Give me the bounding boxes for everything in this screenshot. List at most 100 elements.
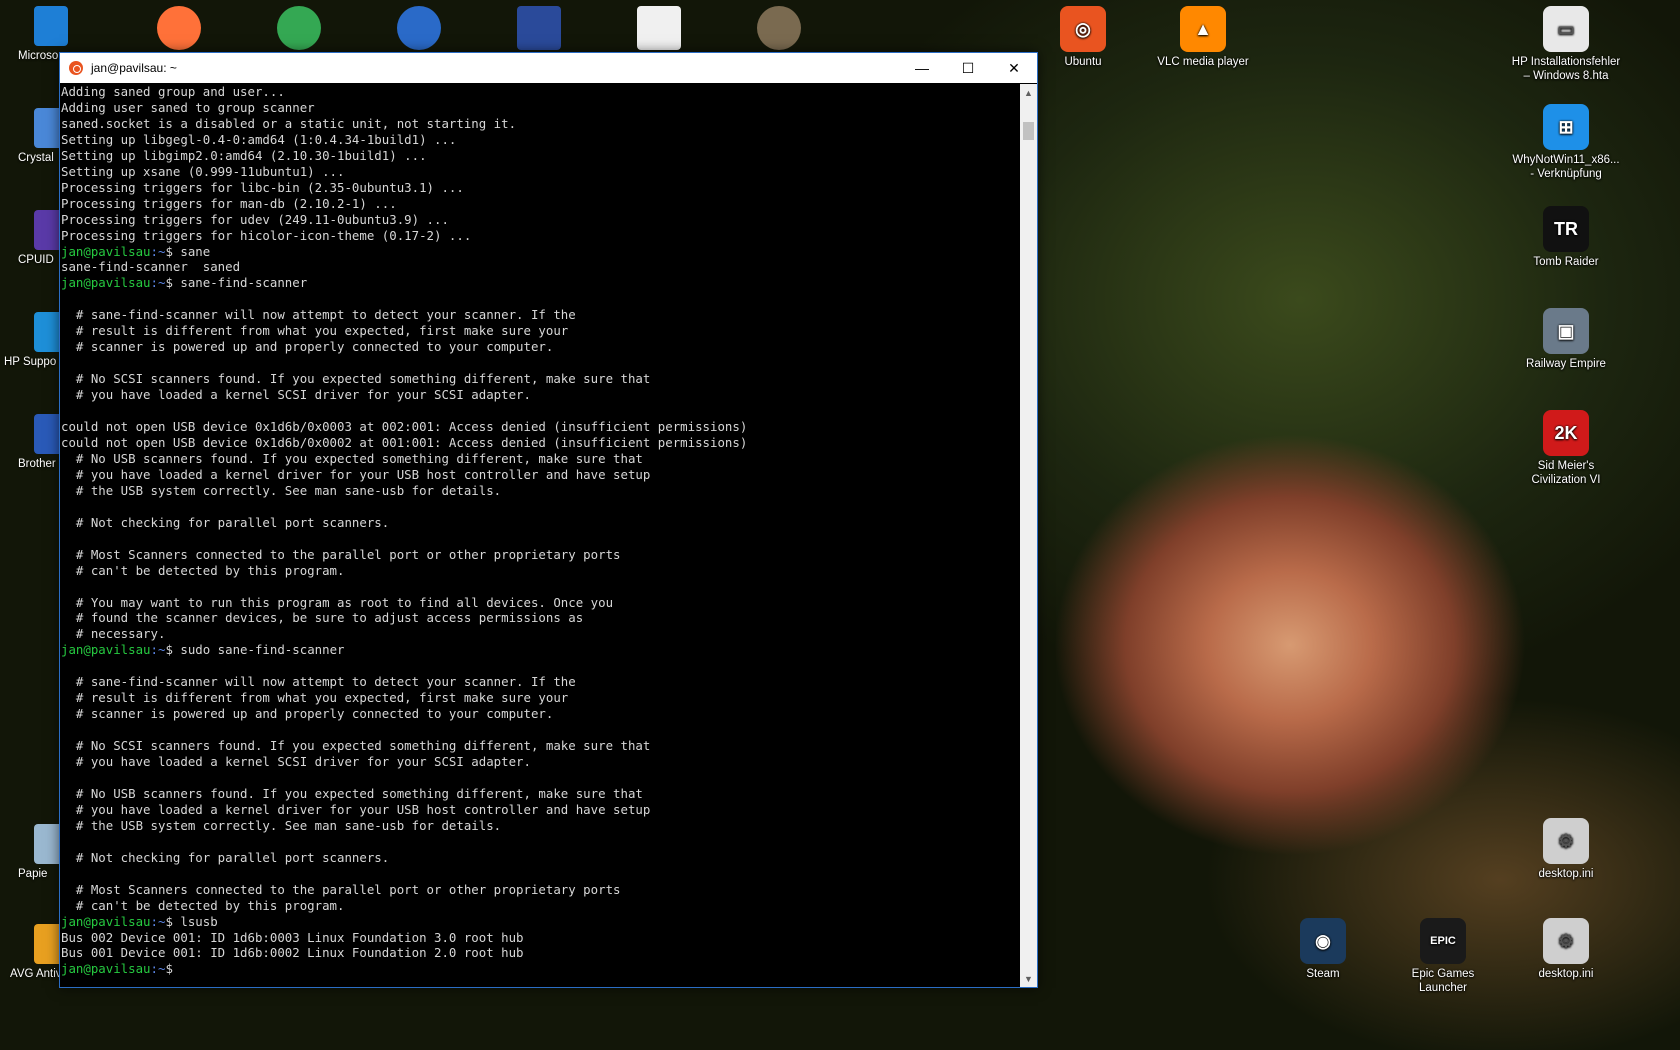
prompt-path: :~: [150, 243, 166, 259]
shortcut-label: Railway Empire: [1526, 358, 1606, 370]
window-title: jan@pavilsau: ~: [91, 61, 177, 75]
output-line: # Most Scanners connected to the paralle…: [61, 881, 621, 897]
output-line: Processing triggers for libc-bin (2.35-0…: [61, 179, 464, 195]
output-line: # you have loaded a kernel SCSI driver f…: [61, 754, 531, 770]
output-line: # You may want to run this program as ro…: [61, 594, 614, 610]
shortcut-label: CPUID: [18, 254, 54, 266]
crystal-shortcut[interactable]: Crystal: [0, 108, 68, 164]
prompt-command: $ sane-find-scanner: [165, 275, 308, 291]
output-line: # No USB scanners found. If you expected…: [61, 450, 643, 466]
output-line: # scanner is powered up and properly con…: [61, 706, 554, 722]
output-line: # No USB scanners found. If you expected…: [61, 785, 643, 801]
output-line: could not open USB device 0x1d6b/0x0002 …: [61, 434, 748, 450]
epic-games-icon: EPIC: [1420, 918, 1466, 964]
prompt-line: jan@pavilsau:~$ lsusb: [61, 914, 1020, 930]
output-line: # Not checking for parallel port scanner…: [61, 514, 390, 530]
output-line: Processing triggers for udev (249.11-0ub…: [61, 211, 449, 227]
firefox-icon[interactable]: [157, 6, 201, 50]
terminal-window[interactable]: jan@pavilsau: ~ — ☐ ✕ Adding saned group…: [59, 52, 1038, 988]
minimize-button[interactable]: —: [899, 53, 945, 83]
vlc-shortcut[interactable]: ▲ VLC media player: [1148, 6, 1258, 69]
save-disk-icon[interactable]: [517, 6, 561, 50]
output-line: sane-find-scanner saned: [61, 259, 241, 275]
close-button[interactable]: ✕: [991, 53, 1037, 83]
shortcut-label: Sid Meier's Civilization VI: [1531, 460, 1601, 486]
output-line: # sane-find-scanner will now attempt to …: [61, 674, 576, 690]
scroll-up-arrow-icon[interactable]: ▲: [1020, 84, 1037, 101]
shortcut-label: desktop.ini: [1538, 968, 1594, 980]
output-line: # Most Scanners connected to the paralle…: [61, 546, 621, 562]
prompt-command: $ sudo sane-find-scanner: [165, 642, 345, 658]
avg-shortcut[interactable]: AVG Antivirus Free: [0, 924, 107, 980]
output-line: Setting up libgegl-0.4-0:amd64 (1:0.4.34…: [61, 131, 457, 147]
output-line: # sane-find-scanner will now attempt to …: [61, 307, 576, 323]
desktop-ini-shortcut[interactable]: ⚙ desktop.ini: [1511, 818, 1621, 881]
civilization-icon: 2K: [1543, 410, 1589, 456]
prompt-command: $ sane: [165, 243, 211, 259]
whynotwin11-shortcut[interactable]: ⊞ WhyNotWin11_x86... - Verknüpfung: [1511, 104, 1621, 181]
desktop-ini-2-shortcut[interactable]: ⚙ desktop.ini: [1511, 918, 1621, 981]
railway-empire-shortcut[interactable]: ▣ Railway Empire: [1511, 308, 1621, 371]
cpuid-shortcut[interactable]: CPUID: [0, 210, 68, 266]
hp-support-shortcut[interactable]: HP Suppo: [0, 312, 68, 368]
shortcut-label: WhyNotWin11_x86... - Verknüpfung: [1512, 154, 1620, 180]
prompt-command: $: [165, 961, 181, 977]
recycle-bin-shortcut[interactable]: Papie: [0, 824, 68, 880]
shortcut-label: Steam: [1306, 968, 1340, 980]
scrollbar-thumb[interactable]: [1023, 122, 1034, 140]
output-line: Bus 002 Device 001: ID 1d6b:0003 Linux F…: [61, 929, 524, 945]
output-line: # the USB system correctly. See man sane…: [61, 482, 502, 498]
whynotwin11-icon: ⊞: [1543, 104, 1589, 150]
shortcut-label: Tomb Raider: [1533, 256, 1599, 268]
vlc-icon: ▲: [1180, 6, 1226, 52]
shortcut-label: AVG Antivirus Free: [10, 968, 107, 980]
shortcut-label: Brother: [18, 458, 56, 470]
chrome-icon[interactable]: [277, 6, 321, 50]
steam-shortcut[interactable]: ◉ Steam: [1268, 918, 1378, 981]
ubuntu-icon: ◎: [1060, 6, 1106, 52]
output-line: Adding saned group and user...: [61, 84, 285, 99]
output-line: Setting up xsane (0.999-11ubuntu1) ...: [61, 163, 345, 179]
output-line: saned.socket is a disabled or a static u…: [61, 115, 517, 131]
prompt-user: jan@pavilsau: [61, 913, 151, 929]
shortcut-label: HP Installationsfehler – Windows 8.hta: [1511, 56, 1621, 82]
gimp-icon[interactable]: [757, 6, 801, 50]
output-line: # you have loaded a kernel driver for yo…: [61, 801, 651, 817]
ubuntu-shortcut[interactable]: ◎ Ubuntu: [1028, 6, 1138, 69]
output-line: Adding user saned to group scanner: [61, 99, 315, 115]
tomb-raider-icon: TR: [1543, 206, 1589, 252]
shortcut-label: Microso: [18, 50, 59, 62]
prompt-path: :~: [150, 913, 166, 929]
maximize-button[interactable]: ☐: [945, 53, 991, 83]
terminal-output[interactable]: Adding saned group and user... Adding use…: [60, 84, 1020, 987]
thunderbird-icon[interactable]: [397, 6, 441, 50]
microsoft-edge-shortcut[interactable]: Microso: [0, 6, 68, 62]
civilization-shortcut[interactable]: 2K Sid Meier's Civilization VI: [1511, 410, 1621, 487]
shortcut-label: Ubuntu: [1064, 56, 1102, 68]
vertical-scrollbar[interactable]: ▲ ▼: [1020, 84, 1037, 987]
output-line: # result is different from what you expe…: [61, 323, 569, 339]
prompt-line: jan@pavilsau:~$ sane: [61, 244, 1020, 260]
prompt-path: :~: [150, 961, 166, 977]
file-icon[interactable]: [637, 6, 681, 50]
shortcut-label: Crystal: [18, 152, 54, 164]
output-line: # No SCSI scanners found. If you expecte…: [61, 371, 651, 387]
window-titlebar[interactable]: jan@pavilsau: ~ — ☐ ✕: [60, 53, 1037, 83]
prompt-line: jan@pavilsau:~$ sane-find-scanner: [61, 275, 1020, 291]
hp-install-shortcut[interactable]: ▭ HP Installationsfehler – Windows 8.hta: [1511, 6, 1621, 83]
scroll-down-arrow-icon[interactable]: ▼: [1020, 970, 1037, 987]
output-line: # you have loaded a kernel driver for yo…: [61, 466, 651, 482]
output-line: # scanner is powered up and properly con…: [61, 339, 554, 355]
tomb-raider-shortcut[interactable]: TR Tomb Raider: [1511, 206, 1621, 269]
output-line: # found the scanner devices, be sure to …: [61, 610, 584, 626]
epic-games-shortcut[interactable]: EPIC Epic Games Launcher: [1388, 918, 1498, 995]
prompt-path: :~: [150, 275, 166, 291]
brother-shortcut[interactable]: Brother: [0, 414, 68, 470]
